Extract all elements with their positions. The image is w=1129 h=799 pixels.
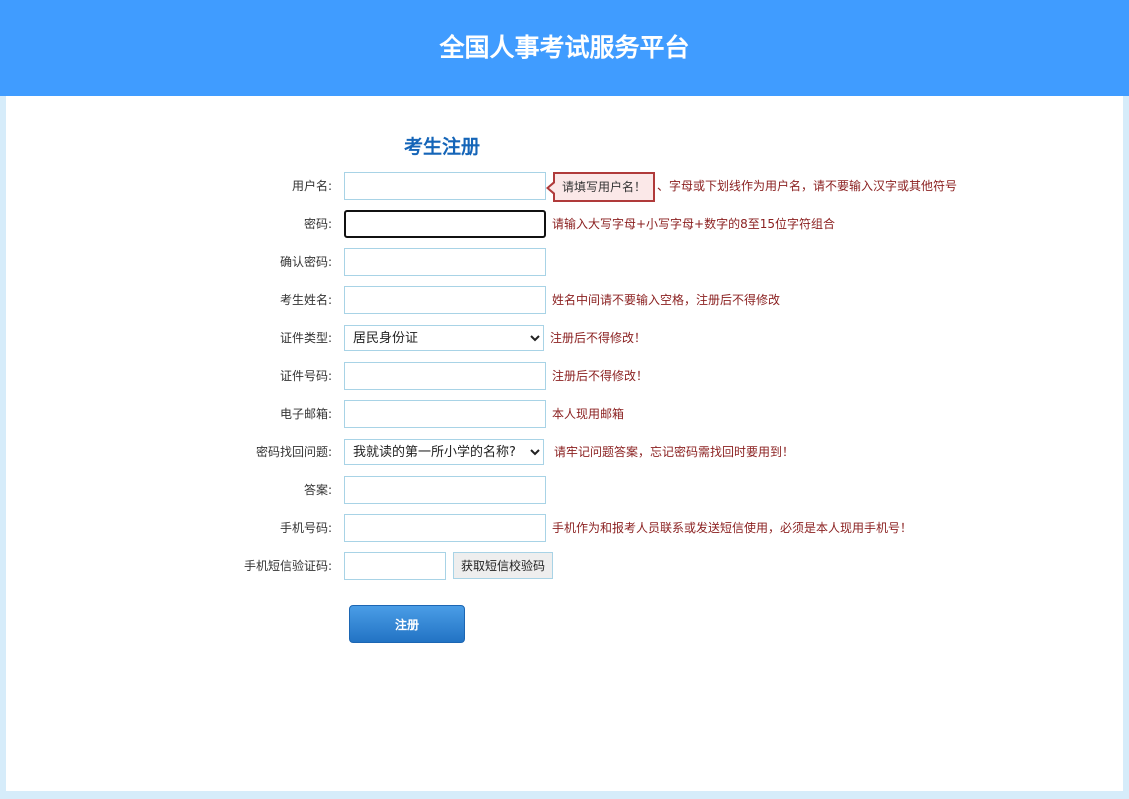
confirm-password-label: 确认密码: [279, 255, 332, 269]
username-label: 用户名: [291, 179, 332, 193]
id-type-label: 证件类型: [279, 331, 332, 345]
header-bar: 全国人事考试服务平台 [0, 0, 1129, 96]
security-question-label: 密码找回问题: [255, 445, 332, 459]
name-input[interactable] [344, 286, 546, 314]
id-type-hint: 注册后不得修改！ [550, 331, 647, 345]
username-input[interactable] [344, 172, 546, 200]
email-hint: 本人现用邮箱 [552, 407, 625, 421]
username-hint: 、字母或下划线作为用户名，请不要输入汉字或其他符号 [657, 179, 958, 193]
username-required-tooltip: 请填写用户名！ [546, 172, 655, 202]
tooltip-arrow-inner-icon [549, 183, 555, 193]
security-question-hint: 请牢记问题答案，忘记密码需找回时要用到！ [554, 445, 795, 459]
email-label: 电子邮箱: [279, 407, 332, 421]
password-hint: 请输入大写字母+小写字母+数字的8至15位字符组合 [552, 217, 836, 231]
id-type-select[interactable]: 居民身份证 [344, 325, 544, 351]
sms-code-input[interactable] [344, 552, 446, 580]
password-label: 密码: [303, 217, 332, 231]
site-title: 全国人事考试服务平台 [439, 33, 690, 62]
email-input[interactable] [344, 400, 546, 428]
phone-label: 手机号码: [279, 521, 332, 535]
id-number-hint: 注册后不得修改！ [552, 369, 649, 383]
phone-input[interactable] [344, 514, 546, 542]
form-title: 考生注册 [404, 136, 481, 158]
security-question-select[interactable]: 我就读的第一所小学的名称? [344, 439, 544, 465]
get-sms-code-button[interactable]: 获取短信校验码 [453, 552, 553, 579]
tooltip-text: 请填写用户名！ [561, 180, 646, 194]
phone-hint: 手机作为和报考人员联系或发送短信使用，必须是本人现用手机号！ [552, 521, 913, 535]
password-input[interactable] [344, 210, 546, 238]
answer-input[interactable] [344, 476, 546, 504]
name-hint: 姓名中间请不要输入空格，注册后不得修改 [552, 293, 781, 307]
confirm-password-input[interactable] [344, 248, 546, 276]
answer-label: 答案: [303, 483, 332, 497]
register-button[interactable]: 注册 [349, 605, 465, 643]
id-number-label: 证件号码: [279, 369, 332, 383]
id-number-input[interactable] [344, 362, 546, 390]
name-label: 考生姓名: [279, 293, 332, 307]
sms-code-label: 手机短信验证码: [243, 559, 332, 573]
